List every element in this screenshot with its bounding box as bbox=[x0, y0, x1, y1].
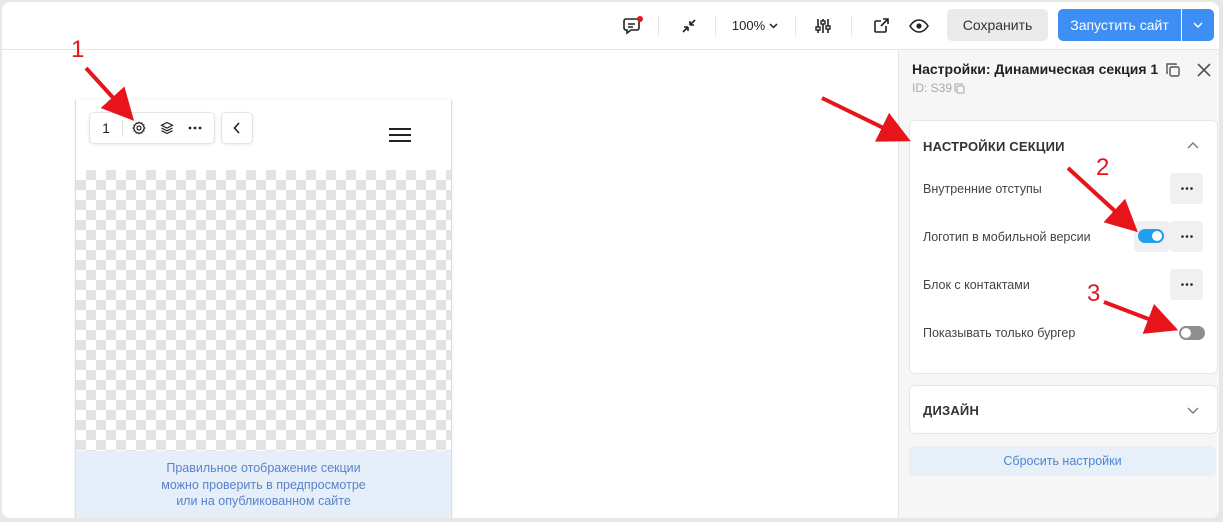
annotation-label-1: 1 bbox=[71, 36, 85, 63]
annotation-arrow-3 bbox=[1103, 300, 1179, 334]
app-window: 100% Сохранить Запустить сайт 1 Правильн… bbox=[2, 2, 1219, 518]
annotation-arrow-panel bbox=[821, 96, 911, 142]
annotation-label-3: 3 bbox=[1087, 280, 1101, 307]
annotation-label-2: 2 bbox=[1096, 154, 1110, 181]
annotation-overlay bbox=[84, 66, 1179, 334]
annotation-arrow-1 bbox=[84, 66, 135, 121]
